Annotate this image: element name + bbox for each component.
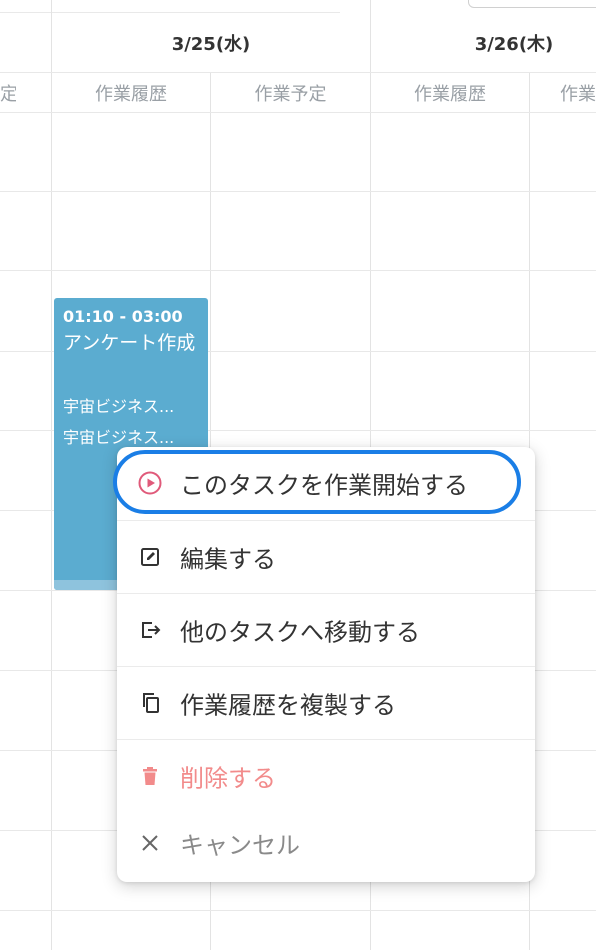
delete-menu-item[interactable]: 削除する — [117, 740, 535, 812]
grid-line — [0, 191, 596, 192]
event-category: 宇宙ビジネス... — [63, 428, 175, 447]
column-header-history: 作業履歴 — [95, 84, 167, 105]
column-header-partial: 定 — [0, 84, 16, 105]
close-icon — [137, 830, 163, 856]
grid-line — [51, 0, 52, 950]
top-button[interactable] — [468, 0, 596, 8]
delete-label: 削除する — [180, 764, 276, 793]
edit-menu-item[interactable]: 編集する — [117, 521, 535, 593]
day-header-3-26: 3/26(木) — [474, 34, 554, 55]
play-circle-icon — [137, 470, 163, 496]
column-header-history: 作業履歴 — [414, 84, 486, 105]
edit-icon — [137, 544, 163, 570]
context-menu: このタスクを作業開始する 編集する 他のタスクへ移動する 作業履歴を複製する 削… — [113, 447, 535, 882]
column-header-plan: 作業 — [560, 84, 596, 105]
copy-icon — [137, 690, 163, 716]
move-out-icon — [137, 617, 163, 643]
cancel-label: キャンセル — [180, 831, 300, 860]
start-task-label: このタスクを作業開始する — [180, 471, 468, 500]
move-task-label: 他のタスクへ移動する — [180, 618, 420, 647]
duplicate-label: 作業履歴を複製する — [180, 691, 396, 720]
trash-icon — [137, 763, 163, 789]
duplicate-menu-item[interactable]: 作業履歴を複製する — [117, 667, 535, 739]
event-project: 宇宙ビジネス... — [63, 397, 175, 416]
event-time: 01:10 - 03:00 — [63, 307, 183, 326]
day-header-3-25: 3/25(水) — [171, 34, 251, 55]
move-task-menu-item[interactable]: 他のタスクへ移動する — [117, 594, 535, 666]
start-task-menu-item[interactable]: このタスクを作業開始する — [113, 447, 535, 519]
grid-line — [0, 112, 596, 113]
grid-line — [0, 910, 596, 911]
cancel-menu-item[interactable]: キャンセル — [117, 807, 535, 879]
edit-label: 編集する — [180, 545, 276, 574]
grid-line — [0, 72, 596, 73]
grid-line — [0, 270, 596, 271]
column-header-plan: 作業予定 — [254, 84, 327, 105]
event-title: アンケート作成 — [63, 332, 196, 354]
